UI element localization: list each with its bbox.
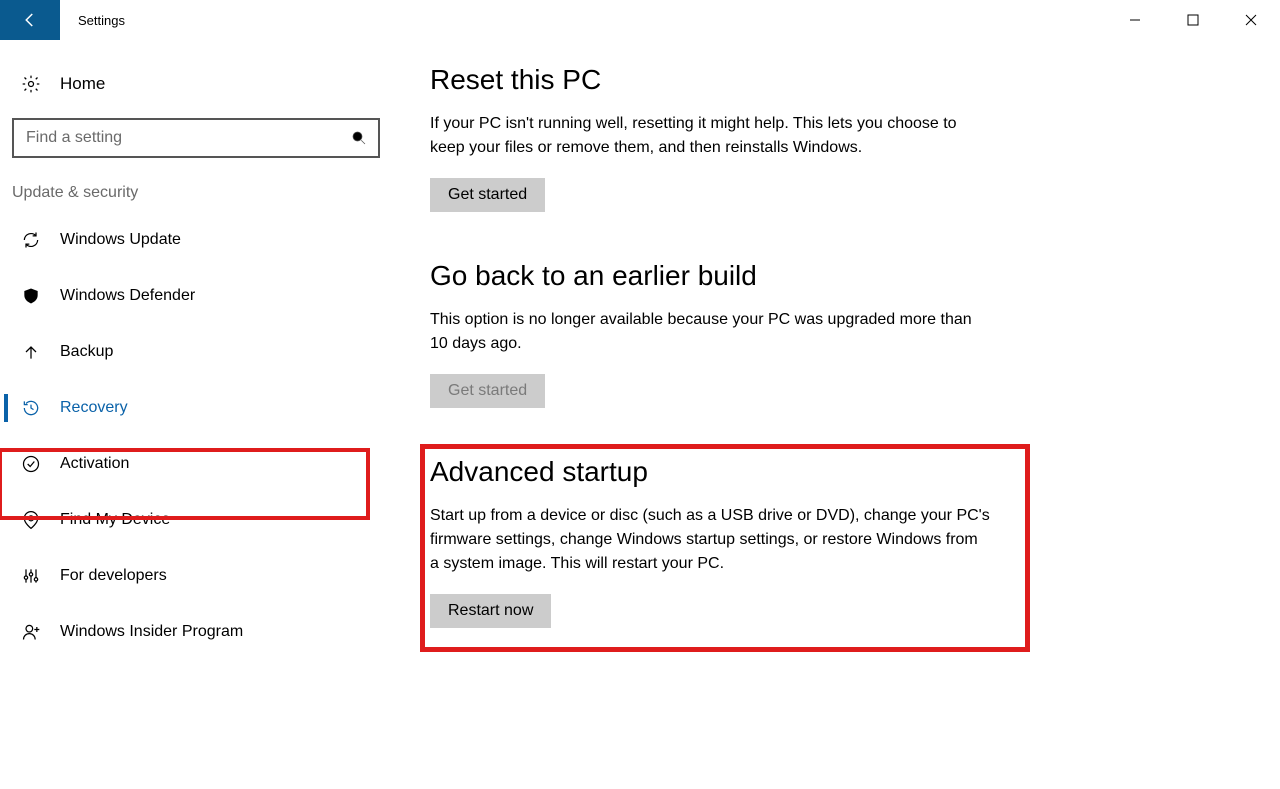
section-go-back: Go back to an earlier build This option … — [430, 260, 1040, 408]
sidebar-item-label: Find My Device — [60, 511, 170, 529]
reset-get-started-button[interactable]: Get started — [430, 178, 545, 212]
sidebar-item-backup[interactable]: Backup — [10, 324, 378, 380]
sidebar-item-windows-update[interactable]: Windows Update — [10, 212, 378, 268]
section-title: Advanced startup — [430, 456, 1040, 488]
goback-get-started-button: Get started — [430, 374, 545, 408]
window-controls — [1106, 0, 1280, 40]
sidebar-home-label: Home — [60, 74, 105, 94]
sidebar-item-find-my-device[interactable]: Find My Device — [10, 492, 378, 548]
section-title: Go back to an earlier build — [430, 260, 1040, 292]
sidebar-item-label: Recovery — [60, 399, 128, 417]
sidebar-item-label: For developers — [60, 567, 167, 585]
section-desc: Start up from a device or disc (such as … — [430, 504, 990, 576]
sidebar-item-activation[interactable]: Activation — [10, 436, 378, 492]
restart-now-button[interactable]: Restart now — [430, 594, 551, 628]
search-input[interactable] — [24, 128, 350, 148]
active-indicator — [4, 394, 8, 422]
back-button[interactable] — [0, 0, 60, 40]
sidebar-item-label: Activation — [60, 455, 129, 473]
sync-icon — [20, 230, 42, 250]
window-title: Settings — [60, 0, 125, 40]
location-icon — [20, 510, 42, 530]
sidebar-item-label: Windows Defender — [60, 287, 195, 305]
sidebar-item-recovery[interactable]: Recovery — [10, 380, 378, 436]
sidebar-category-label: Update & security — [12, 184, 380, 202]
sidebar-item-label: Windows Update — [60, 231, 181, 249]
sidebar-item-label: Windows Insider Program — [60, 623, 243, 641]
shield-icon — [20, 286, 42, 306]
check-circle-icon — [20, 454, 42, 474]
close-button[interactable] — [1222, 0, 1280, 40]
sidebar: Home Update & security Windows Update Wi… — [0, 40, 380, 676]
section-advanced-startup: Advanced startup Start up from a device … — [430, 456, 1040, 628]
sidebar-item-insider-program[interactable]: Windows Insider Program — [10, 604, 378, 660]
minimize-button[interactable] — [1106, 0, 1164, 40]
tools-icon — [20, 566, 42, 586]
search-box[interactable] — [12, 118, 380, 158]
person-plus-icon — [20, 622, 42, 642]
sidebar-item-label: Backup — [60, 343, 113, 361]
search-icon — [350, 129, 368, 147]
section-reset-pc: Reset this PC If your PC isn't running w… — [430, 64, 1040, 212]
history-icon — [20, 398, 42, 418]
sidebar-item-for-developers[interactable]: For developers — [10, 548, 378, 604]
sidebar-item-windows-defender[interactable]: Windows Defender — [10, 268, 378, 324]
titlebar: Settings — [0, 0, 1280, 40]
arrow-up-icon — [20, 342, 42, 362]
main-content: Reset this PC If your PC isn't running w… — [380, 40, 1100, 676]
section-desc: If your PC isn't running well, resetting… — [430, 112, 990, 160]
sidebar-home[interactable]: Home — [10, 60, 380, 108]
section-title: Reset this PC — [430, 64, 1040, 96]
section-desc: This option is no longer available becau… — [430, 308, 990, 356]
gear-icon — [20, 74, 42, 94]
maximize-button[interactable] — [1164, 0, 1222, 40]
